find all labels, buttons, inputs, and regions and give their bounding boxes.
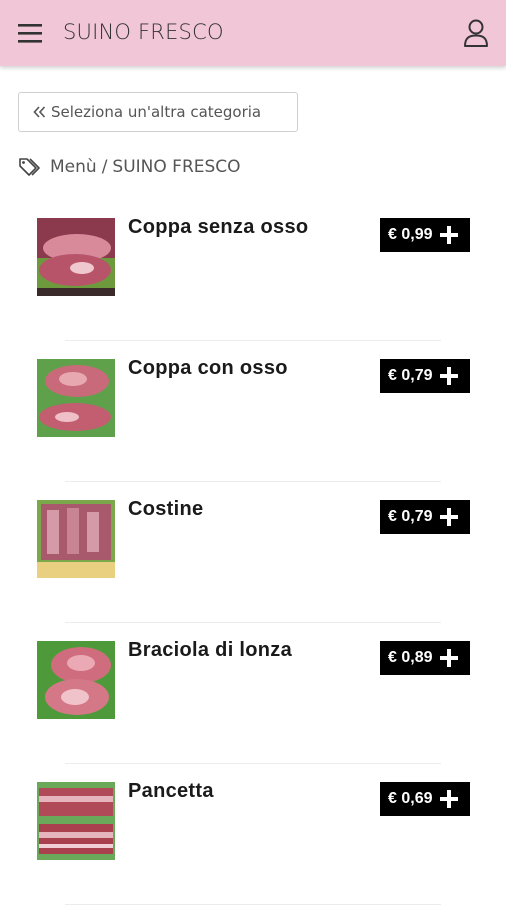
add-to-cart-button[interactable]: € 0,79	[380, 500, 470, 534]
product-list: Coppa senza osso € 0,99 Coppa con osso €…	[0, 200, 506, 905]
product-price: € 0,99	[388, 226, 433, 243]
add-to-cart-button[interactable]: € 0,69	[380, 782, 470, 816]
double-chevron-left-icon	[33, 105, 47, 119]
list-item[interactable]: Costine € 0,79	[0, 482, 506, 623]
product-price: € 0,89	[388, 649, 433, 666]
product-name[interactable]: Coppa con osso	[128, 357, 288, 380]
hamburger-icon[interactable]	[14, 18, 46, 48]
back-button-label: Seleziona un'altra categoria	[51, 103, 262, 121]
product-image[interactable]	[37, 500, 115, 578]
plus-icon	[439, 789, 459, 809]
product-name[interactable]: Pancetta	[128, 780, 214, 803]
plus-icon	[439, 648, 459, 668]
user-icon[interactable]	[460, 16, 492, 50]
product-price: € 0,79	[388, 367, 433, 384]
add-to-cart-button[interactable]: € 0,79	[380, 359, 470, 393]
list-item[interactable]: Coppa senza osso € 0,99	[0, 200, 506, 341]
app-header: SUINO FRESCO	[0, 0, 506, 66]
add-to-cart-button[interactable]: € 0,99	[380, 218, 470, 252]
product-name[interactable]: Costine	[128, 498, 203, 521]
product-name[interactable]: Coppa senza osso	[128, 216, 308, 239]
product-price: € 0,79	[388, 508, 433, 525]
product-image[interactable]	[37, 359, 115, 437]
page-title: SUINO FRESCO	[63, 20, 224, 44]
list-item[interactable]: Braciola di lonza € 0,89	[0, 623, 506, 764]
plus-icon	[439, 366, 459, 386]
list-item[interactable]: Pancetta € 0,69	[0, 764, 506, 905]
add-to-cart-button[interactable]: € 0,89	[380, 641, 470, 675]
product-image[interactable]	[37, 218, 115, 296]
breadcrumb-separator: /	[101, 157, 108, 177]
tags-icon	[18, 156, 44, 178]
breadcrumb-item-current: SUINO FRESCO	[112, 157, 241, 177]
product-price: € 0,69	[388, 790, 433, 807]
plus-icon	[439, 507, 459, 527]
breadcrumb: Menù / SUINO FRESCO	[18, 154, 241, 180]
product-image[interactable]	[37, 782, 115, 860]
product-image[interactable]	[37, 641, 115, 719]
select-other-category-button[interactable]: Seleziona un'altra categoria	[18, 92, 298, 132]
plus-icon	[439, 225, 459, 245]
list-item[interactable]: Coppa con osso € 0,79	[0, 341, 506, 482]
product-name[interactable]: Braciola di lonza	[128, 639, 292, 662]
breadcrumb-item-menu[interactable]: Menù	[50, 157, 97, 177]
